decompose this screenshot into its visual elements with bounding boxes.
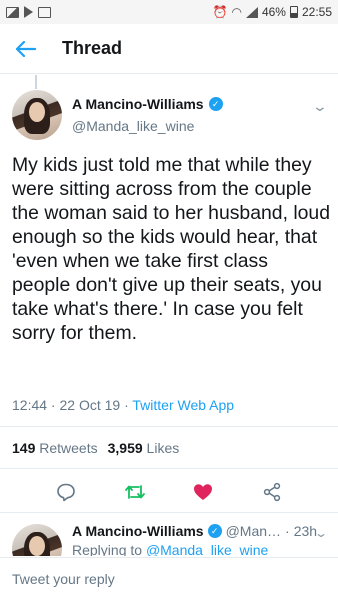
reply-compose-bar xyxy=(0,557,338,600)
tweet-actions xyxy=(0,474,338,510)
reply-author-row: A Mancino-Williams ✓ @Man… · 23h xyxy=(72,523,317,539)
reply-display-name[interactable]: A Mancino-Williams xyxy=(72,523,204,539)
signal-icon xyxy=(245,6,258,18)
play-icon xyxy=(24,6,33,18)
top-bar: Thread xyxy=(0,24,338,74)
replying-prefix: Replying to xyxy=(72,542,143,556)
gallery-icon xyxy=(38,6,51,18)
status-bar-right: ⏰ ◠ 46% 22:55 xyxy=(213,5,333,19)
chevron-down-icon[interactable]: ⌄ xyxy=(314,526,326,540)
divider xyxy=(0,512,338,513)
share-icon[interactable] xyxy=(260,480,284,504)
tweet-meta: 12:44 · 22 Oct 19 · Twitter Web App xyxy=(12,397,234,413)
retweets-stat[interactable]: 149 Retweets xyxy=(12,440,98,456)
avatar[interactable] xyxy=(12,524,62,556)
tweet-reply-input[interactable] xyxy=(12,571,312,587)
like-heart-icon[interactable] xyxy=(191,480,215,504)
retweets-label: Retweets xyxy=(39,440,98,456)
tweet-body-text: My kids just told me that while they wer… xyxy=(12,154,331,344)
chevron-down-icon[interactable]: ⌄ xyxy=(312,98,328,115)
status-bar-left xyxy=(6,6,51,18)
replying-to-line: Replying to @Manda_like_wine xyxy=(72,542,268,556)
tweet-header: A Mancino-Williams ✓ @Manda_like_wine ⌄ xyxy=(12,90,328,142)
thread-connector-line xyxy=(35,75,37,89)
author-handle[interactable]: @Manda_like_wine xyxy=(72,118,194,134)
status-bar: ⏰ ◠ 46% 22:55 xyxy=(0,0,338,24)
avatar-face xyxy=(29,536,45,556)
tweet-source-link[interactable]: Twitter Web App xyxy=(132,397,234,413)
author-name-row[interactable]: A Mancino-Williams ✓ xyxy=(72,96,223,112)
tweet-stats: 149 Retweets 3,959 Likes xyxy=(12,440,179,456)
reply-tweet[interactable]: A Mancino-Williams ✓ @Man… · 23h ⌄ Reply… xyxy=(12,520,326,556)
image-icon xyxy=(6,6,19,18)
divider xyxy=(0,426,338,427)
likes-label: Likes xyxy=(146,440,180,456)
likes-stat[interactable]: 3,959 Likes xyxy=(108,440,180,456)
reply-icon[interactable] xyxy=(54,480,78,504)
wifi-icon: ◠ xyxy=(231,5,242,19)
meta-separator: · xyxy=(124,397,129,413)
avatar[interactable] xyxy=(12,90,62,140)
tweet-timestamp[interactable]: 12:44 · 22 Oct 19 xyxy=(12,397,120,413)
likes-count: 3,959 xyxy=(107,440,143,456)
page-title: Thread xyxy=(62,38,123,58)
battery-icon xyxy=(289,6,298,18)
status-time: 22:55 xyxy=(301,5,332,19)
retweets-count: 149 xyxy=(12,440,36,456)
author-display-name[interactable]: A Mancino-Williams xyxy=(72,96,204,112)
alarm-icon: ⏰ xyxy=(212,5,228,19)
battery-percent: 46% xyxy=(261,5,286,19)
verified-badge-icon: ✓ xyxy=(207,524,222,538)
reply-separator: · xyxy=(285,523,290,539)
divider xyxy=(0,468,338,469)
back-arrow-icon[interactable] xyxy=(4,24,48,74)
avatar-face xyxy=(29,102,45,122)
reply-handle[interactable]: @Man… xyxy=(226,523,281,539)
retweet-icon[interactable] xyxy=(123,480,147,504)
verified-badge-icon: ✓ xyxy=(208,97,223,111)
replying-mention-link[interactable]: @Manda_like_wine xyxy=(146,542,268,556)
